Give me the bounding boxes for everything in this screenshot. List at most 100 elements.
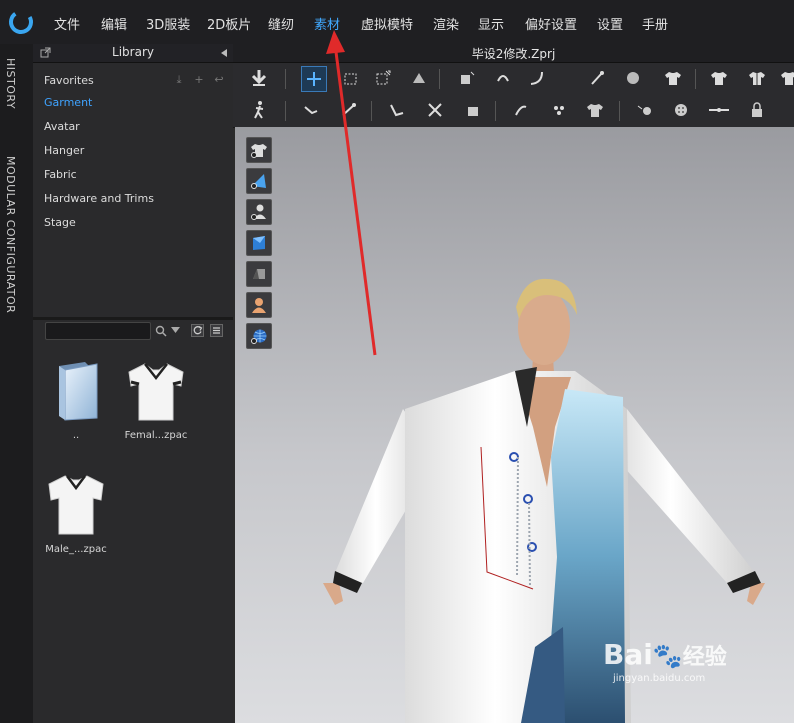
- menu-bar: 文件 编辑 3D服装 2D板片 缝纫 素材 虚拟模特 渲染 显示 偏好设置 设置…: [0, 0, 794, 45]
- tape-button[interactable]: [621, 66, 645, 90]
- button-select-tool[interactable]: [669, 98, 693, 122]
- tool-fabric-4[interactable]: [585, 98, 609, 122]
- menu-manual[interactable]: 手册: [642, 14, 668, 33]
- tool-sew-4[interactable]: [423, 98, 447, 122]
- tool-sew-2[interactable]: [337, 98, 361, 122]
- button-tool[interactable]: [633, 98, 657, 122]
- add-icon[interactable]: +: [193, 74, 205, 86]
- pattern-edit-icon: [497, 75, 509, 82]
- library-title: Library: [112, 45, 154, 59]
- file-item-parent-folder[interactable]: ..: [36, 360, 116, 441]
- menu-avatar[interactable]: 虚拟模特: [361, 14, 413, 33]
- button-icon: [675, 104, 687, 116]
- menu-preferences[interactable]: 偏好设置: [525, 14, 577, 33]
- garment-tool-4-button[interactable]: [777, 66, 794, 90]
- zipper-icon: [709, 108, 729, 112]
- tree-item-fabric[interactable]: Fabric: [44, 168, 77, 181]
- tape-icon: [627, 72, 639, 84]
- menu-2d-pattern[interactable]: 2D板片: [207, 14, 251, 33]
- 3d-viewport[interactable]: [235, 127, 794, 723]
- tool-sew-1[interactable]: [299, 98, 323, 122]
- file-label: ..: [72, 430, 80, 441]
- garment-male-icon: [48, 475, 104, 535]
- tree-item-stage[interactable]: Stage: [44, 216, 76, 229]
- toolbar-separator: [695, 69, 696, 89]
- menu-settings[interactable]: 设置: [597, 14, 623, 33]
- simulate-button[interactable]: [247, 66, 271, 90]
- tool-sew-3[interactable]: [385, 98, 409, 122]
- walking-figure-icon: [254, 101, 264, 119]
- menu-sewing[interactable]: 缝纫: [268, 14, 294, 33]
- toolbar-row-2: [233, 95, 794, 128]
- watermark-url: jingyan.baidu.com: [613, 673, 706, 684]
- garment-tool-button[interactable]: [661, 66, 685, 90]
- tool-fabric-1[interactable]: [509, 98, 533, 122]
- fold-button[interactable]: [407, 66, 431, 90]
- document-title[interactable]: 毕设2修改.Zprj: [233, 45, 794, 62]
- box-select-button[interactable]: [339, 66, 363, 90]
- curve-tool-icon: [530, 71, 543, 85]
- folder-icon: [59, 362, 98, 421]
- select-move-button[interactable]: [301, 66, 327, 92]
- tab-modular-configurator[interactable]: MODULAR CONFIGURATOR: [4, 156, 17, 313]
- menu-file[interactable]: 文件: [54, 14, 80, 33]
- file-label: Male_...zpac: [45, 544, 107, 555]
- tree-item-avatar[interactable]: Avatar: [44, 120, 80, 133]
- box-select-icon: [344, 73, 357, 85]
- cross-seam-icon: [428, 103, 442, 117]
- zipper-tool[interactable]: [707, 98, 731, 122]
- garment-female-icon: [128, 363, 184, 421]
- shirt-icon: [665, 72, 681, 85]
- pin-icon: [591, 71, 604, 85]
- tree-item-garment[interactable]: Garment: [44, 96, 92, 109]
- segment-sew-icon: [304, 106, 318, 115]
- tool-sew-5[interactable]: [461, 98, 485, 122]
- search-icon[interactable]: [155, 325, 167, 337]
- shirt-split-icon: [749, 72, 765, 85]
- shirt-icon: [711, 72, 727, 85]
- dropdown-arrow-icon[interactable]: [171, 327, 180, 334]
- download-arrow-icon: [251, 70, 267, 86]
- toolbar-separator: [619, 101, 620, 121]
- free-sew-icon: [342, 103, 356, 116]
- menu-display[interactable]: 显示: [478, 14, 504, 33]
- fabric-brush-icon: [515, 105, 527, 116]
- transform-button[interactable]: [371, 66, 395, 90]
- tool-pattern-3[interactable]: [525, 66, 549, 90]
- library-search-input[interactable]: [45, 322, 151, 340]
- menu-edit[interactable]: 编辑: [101, 14, 127, 33]
- tree-favorites[interactable]: Favorites: [44, 74, 94, 87]
- layer-icon: [468, 107, 478, 116]
- menu-3d-garment[interactable]: 3D服装: [146, 14, 190, 33]
- menu-materials[interactable]: 素材: [314, 14, 340, 33]
- menu-render[interactable]: 渲染: [433, 14, 459, 33]
- tool-pattern-2[interactable]: [491, 66, 515, 90]
- toolbar-separator: [285, 101, 286, 121]
- garment-tool-2-button[interactable]: [707, 66, 731, 90]
- lock-tool[interactable]: [745, 98, 769, 122]
- library-file-grid: .. Femal...zpac Male_...zpac: [33, 344, 233, 723]
- watermark-brand: Bai: [603, 638, 653, 671]
- seam-icon: [390, 104, 404, 117]
- tree-item-hardware-trims[interactable]: Hardware and Trims: [44, 192, 154, 205]
- download-icon[interactable]: ⤓: [173, 74, 185, 86]
- pin-button[interactable]: [585, 66, 609, 90]
- list-view-icon[interactable]: [210, 324, 223, 337]
- back-icon[interactable]: ↩: [213, 74, 225, 86]
- tab-history[interactable]: HISTORY: [4, 58, 17, 109]
- document-tab-bar: 毕设2修改.Zprj: [233, 44, 794, 63]
- tool-fabric-2[interactable]: [547, 98, 571, 122]
- tool-pattern-1[interactable]: [455, 66, 479, 90]
- file-item-male-garment[interactable]: Male_...zpac: [36, 472, 116, 555]
- fabric-pattern-icon: [554, 106, 564, 115]
- toolbar-separator: [285, 69, 286, 89]
- refresh-icon[interactable]: [191, 324, 204, 337]
- collapse-arrow-icon[interactable]: [219, 48, 229, 58]
- avatar-pose-button[interactable]: [247, 98, 271, 122]
- tree-item-hanger[interactable]: Hanger: [44, 144, 84, 157]
- lock-icon: [752, 102, 762, 117]
- garment-tool-3-button[interactable]: [745, 66, 769, 90]
- avatar-with-garment[interactable]: [235, 127, 794, 723]
- toolbar-separator: [495, 101, 496, 121]
- file-item-female-garment[interactable]: Femal...zpac: [116, 360, 196, 441]
